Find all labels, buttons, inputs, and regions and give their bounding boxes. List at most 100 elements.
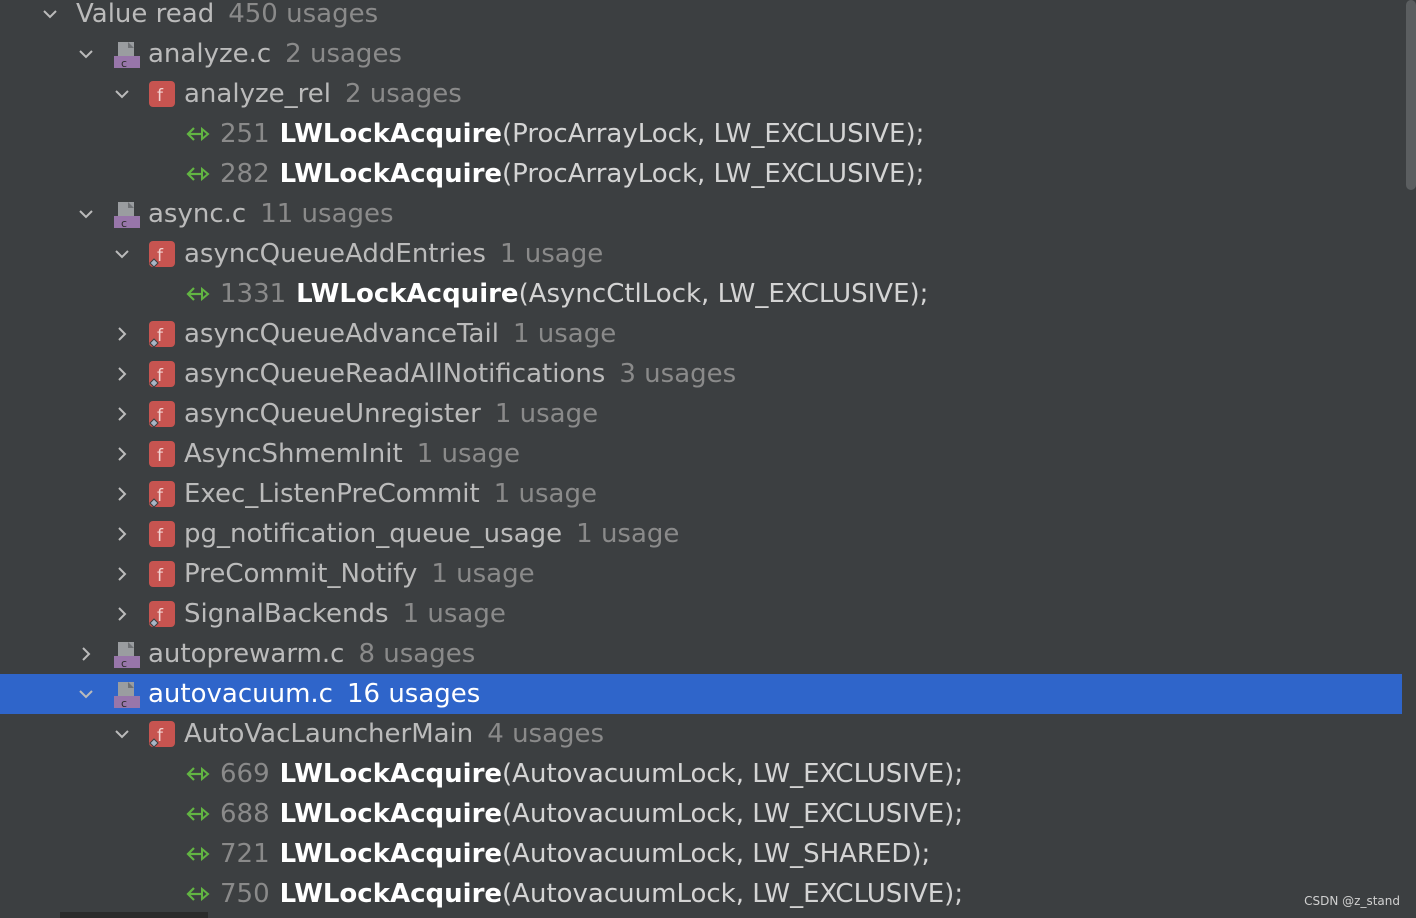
function-icon: f: [146, 480, 176, 510]
called-function: LWLockAcquire: [296, 279, 519, 309]
function-usage-count: 1 usage: [494, 399, 599, 429]
chevron-right-icon[interactable]: [108, 314, 136, 354]
call-arguments: (AsyncCtlLock, LW_EXCLUSIVE);: [518, 279, 929, 309]
called-function: LWLockAcquire: [279, 159, 503, 189]
c-file-icon: c: [112, 680, 142, 710]
horizontal-scrollbar[interactable]: [60, 912, 208, 918]
function-name: asyncQueueAddEntries: [184, 239, 486, 269]
file-node[interactable]: c analyze.c 2 usages: [0, 34, 1402, 74]
function-node[interactable]: f asyncQueueAdvanceTail 1 usage: [0, 314, 1402, 354]
c-file-icon: c: [112, 200, 142, 230]
function-name: AsyncShmemInit: [184, 439, 403, 469]
svg-text:f: f: [157, 526, 164, 546]
file-name: autovacuum.c: [148, 679, 333, 709]
function-node[interactable]: f asyncQueueAddEntries 1 usage: [0, 234, 1402, 274]
tree-root-value-read[interactable]: Value read 450 usages: [0, 0, 1402, 34]
called-function: LWLockAcquire: [279, 759, 503, 789]
chevron-down-icon[interactable]: [108, 714, 136, 754]
usage-line[interactable]: 688 LWLockAcquire(AutovacuumLock, LW_EXCL…: [0, 794, 1402, 834]
function-icon: f: [146, 520, 176, 550]
svg-text:c: c: [121, 657, 127, 670]
function-node[interactable]: f Exec_ListenPreCommit 1 usage: [0, 474, 1402, 514]
chevron-right-icon[interactable]: [108, 474, 136, 514]
svg-text:f: f: [157, 566, 164, 586]
usage-line[interactable]: 750 LWLockAcquire(AutovacuumLock, LW_EXCL…: [0, 874, 1402, 914]
file-node[interactable]: c autoprewarm.c 8 usages: [0, 634, 1402, 674]
file-node[interactable]: c autovacuum.c 16 usages: [0, 674, 1402, 714]
function-name: SignalBackends: [184, 599, 389, 629]
chevron-down-icon[interactable]: [36, 0, 64, 34]
c-file-icon: c: [112, 640, 142, 670]
chevron-right-icon[interactable]: [108, 594, 136, 634]
value-read-icon: [184, 882, 212, 906]
file-node[interactable]: c async.c 11 usages: [0, 194, 1402, 234]
root-label: Value read: [76, 0, 215, 29]
chevron-right-icon[interactable]: [108, 434, 136, 474]
call-arguments: (ProcArrayLock, LW_EXCLUSIVE);: [502, 159, 925, 189]
chevron-right-icon[interactable]: [72, 634, 100, 674]
svg-text:c: c: [121, 57, 127, 70]
function-icon: f: [146, 360, 176, 390]
function-icon: f: [146, 440, 176, 470]
svg-text:c: c: [121, 217, 127, 230]
function-usage-count: 1 usage: [431, 559, 535, 589]
usage-line[interactable]: 251 LWLockAcquire(ProcArrayLock, LW_EXCLU…: [0, 114, 1402, 154]
chevron-right-icon[interactable]: [108, 394, 136, 434]
value-read-icon: [184, 842, 212, 866]
watermark: CSDN @z_stand: [1304, 894, 1400, 908]
function-usage-count: 3 usages: [619, 359, 737, 389]
function-name: analyze_rel: [184, 79, 331, 109]
chevron-right-icon[interactable]: [108, 354, 136, 394]
file-usage-count: 2 usages: [285, 39, 402, 69]
file-name: analyze.c: [148, 39, 272, 69]
usage-line[interactable]: 669 LWLockAcquire(AutovacuumLock, LW_EXCL…: [0, 754, 1402, 794]
chevron-down-icon[interactable]: [108, 74, 136, 114]
file-name: async.c: [148, 199, 247, 229]
vertical-scrollbar[interactable]: [1406, 0, 1416, 190]
function-name: Exec_ListenPreCommit: [184, 479, 480, 509]
function-icon: f: [146, 400, 176, 430]
chevron-right-icon[interactable]: [108, 514, 136, 554]
called-function: LWLockAcquire: [279, 839, 503, 869]
function-node[interactable]: f AsyncShmemInit 1 usage: [0, 434, 1402, 474]
value-read-icon: [184, 162, 212, 186]
function-icon: f: [146, 720, 176, 750]
function-node[interactable]: f pg_notification_queue_usage 1 usage: [0, 514, 1402, 554]
chevron-down-icon[interactable]: [108, 234, 136, 274]
svg-text:f: f: [157, 446, 164, 466]
function-usage-count: 4 usages: [487, 719, 605, 749]
chevron-down-icon[interactable]: [72, 34, 100, 74]
file-name: autoprewarm.c: [148, 639, 345, 669]
function-node[interactable]: f analyze_rel 2 usages: [0, 74, 1402, 114]
line-number: 750: [220, 879, 270, 909]
value-read-icon: [184, 802, 212, 826]
file-usage-count: 8 usages: [358, 639, 476, 669]
usage-line[interactable]: 1331 LWLockAcquire(AsyncCtlLock, LW_EXCLU…: [0, 274, 1402, 314]
function-node[interactable]: f SignalBackends 1 usage: [0, 594, 1402, 634]
function-usage-count: 1 usage: [402, 599, 506, 629]
usage-line[interactable]: 721 LWLockAcquire(AutovacuumLock, LW_SHAR…: [0, 834, 1402, 874]
chevron-down-icon[interactable]: [72, 194, 100, 234]
function-name: asyncQueueAdvanceTail: [184, 319, 499, 349]
chevron-right-icon[interactable]: [108, 554, 136, 594]
call-arguments: (AutovacuumLock, LW_EXCLUSIVE);: [502, 879, 964, 909]
call-arguments: (AutovacuumLock, LW_EXCLUSIVE);: [502, 759, 964, 789]
called-function: LWLockAcquire: [279, 879, 503, 909]
function-node[interactable]: f asyncQueueReadAllNotifications 3 usages: [0, 354, 1402, 394]
function-node[interactable]: f AutoVacLauncherMain 4 usages: [0, 714, 1402, 754]
function-node[interactable]: f PreCommit_Notify 1 usage: [0, 554, 1402, 594]
usage-line[interactable]: 282 LWLockAcquire(ProcArrayLock, LW_EXCLU…: [0, 154, 1402, 194]
function-node[interactable]: f asyncQueueUnregister 1 usage: [0, 394, 1402, 434]
chevron-down-icon[interactable]: [72, 674, 100, 714]
line-number: 721: [220, 839, 270, 869]
function-icon: f: [146, 600, 176, 630]
value-read-icon: [184, 122, 212, 146]
function-usage-count: 1 usage: [416, 439, 520, 469]
function-usage-count: 1 usage: [576, 519, 680, 549]
function-name: pg_notification_queue_usage: [184, 519, 563, 549]
value-read-icon: [184, 282, 212, 306]
function-icon: f: [146, 240, 176, 270]
file-usage-count: 16 usages: [346, 679, 481, 709]
function-name: PreCommit_Notify: [184, 559, 418, 589]
c-file-icon: c: [112, 40, 142, 70]
